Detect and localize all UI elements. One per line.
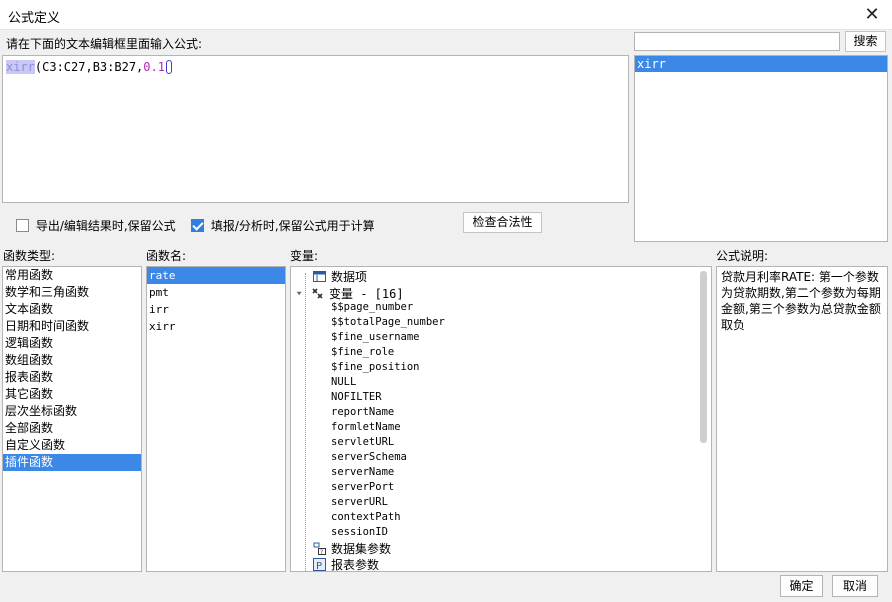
variable-item[interactable]: $fine_username xyxy=(331,331,420,343)
cancel-button[interactable]: 取消 xyxy=(832,575,878,597)
keep-formula-on-fill-option[interactable]: 填报/分析时,保留公式用于计算 xyxy=(191,217,375,234)
window-title: 公式定义 xyxy=(8,11,61,26)
function-type-item[interactable]: 数组函数 xyxy=(3,352,141,369)
tree-node-variables[interactable]: 变量 - [16] xyxy=(296,285,404,302)
keep-formula-on-export-option[interactable]: 导出/编辑结果时,保留公式 xyxy=(16,217,176,234)
expand-arrow-icon[interactable] xyxy=(296,287,305,300)
function-type-item[interactable]: 自定义函数 xyxy=(3,437,141,454)
close-icon[interactable]: ✕ xyxy=(860,3,884,27)
tree-node-report-params[interactable]: P 报表参数 xyxy=(313,556,380,572)
formula-args: (C3:C27,B3:B27, xyxy=(34,60,144,74)
variable-item[interactable]: servletURL xyxy=(331,436,394,448)
ok-button[interactable]: 确定 xyxy=(780,575,823,597)
function-type-item[interactable]: 其它函数 xyxy=(3,386,141,403)
search-button[interactable]: 搜索 xyxy=(845,31,886,52)
function-name-list[interactable]: rate pmt irr xirr xyxy=(146,266,286,572)
variable-item[interactable]: NOFILTER xyxy=(331,391,382,403)
search-results-list[interactable]: xirr xyxy=(634,55,888,242)
function-name-label: 函数名: xyxy=(146,249,187,263)
variable-item[interactable]: $$page_number xyxy=(331,301,413,313)
variables-tree[interactable]: 数据项 变量 - [16] $$page_number $$totalPage_… xyxy=(290,266,712,572)
variable-item[interactable]: $$totalPage_number xyxy=(331,316,445,328)
function-name-item-selected[interactable]: rate xyxy=(147,267,285,284)
function-name-item[interactable]: irr xyxy=(147,301,285,318)
search-result-item[interactable]: xirr xyxy=(635,56,887,72)
table-icon xyxy=(313,271,326,282)
variable-item[interactable]: $fine_role xyxy=(331,346,394,358)
svg-text:?: ? xyxy=(320,549,323,555)
variable-icon xyxy=(312,288,323,299)
tree-node-data-item[interactable]: 数据项 xyxy=(313,268,367,285)
function-type-item[interactable]: 层次坐标函数 xyxy=(3,403,141,420)
tree-node-dataset-params[interactable]: ? 数据集参数 xyxy=(313,540,391,557)
checkbox[interactable] xyxy=(16,219,29,232)
function-type-item[interactable]: 逻辑函数 xyxy=(3,335,141,352)
function-type-item[interactable]: 文本函数 xyxy=(3,301,141,318)
formula-number: 0.1 xyxy=(143,60,165,74)
checkbox-checked[interactable] xyxy=(191,219,204,232)
variable-item[interactable]: sessionID xyxy=(331,526,388,538)
formula-description: 贷款月利率RATE: 第一个参数为贷款期数,第二个参数为每期金额,第三个参数为总… xyxy=(716,266,888,572)
vertical-scrollbar[interactable] xyxy=(700,271,707,443)
variables-label: 变量: xyxy=(290,249,319,263)
function-type-list[interactable]: 常用函数 数学和三角函数 文本函数 日期和时间函数 逻辑函数 数组函数 报表函数… xyxy=(2,266,142,572)
checkbox-label: 导出/编辑结果时,保留公式 xyxy=(35,219,176,233)
variable-item[interactable]: serverSchema xyxy=(331,451,407,463)
variable-item[interactable]: serverURL xyxy=(331,496,388,508)
tree-node-label: 数据项 xyxy=(331,270,368,284)
variable-item[interactable]: contextPath xyxy=(331,511,401,523)
formula-function: xirr xyxy=(6,60,35,74)
svg-text:P: P xyxy=(316,561,322,571)
function-name-item[interactable]: xirr xyxy=(147,318,285,335)
function-type-item[interactable]: 全部函数 xyxy=(3,420,141,437)
report-param-icon: P xyxy=(313,558,326,571)
tree-node-label: 数据集参数 xyxy=(331,542,392,556)
function-type-item-selected[interactable]: 插件函数 xyxy=(3,454,141,471)
variable-item[interactable]: reportName xyxy=(331,406,394,418)
variable-item[interactable]: formletName xyxy=(331,421,401,433)
function-type-label: 函数类型: xyxy=(3,249,56,263)
checkbox-label: 填报/分析时,保留公式用于计算 xyxy=(210,219,375,233)
function-type-item[interactable]: 数学和三角函数 xyxy=(3,284,141,301)
tree-node-label: 变量 - [16] xyxy=(329,287,404,301)
editor-label: 请在下面的文本编辑框里面输入公式: xyxy=(6,37,203,51)
text-cursor xyxy=(165,60,172,74)
function-name-item[interactable]: pmt xyxy=(147,284,285,301)
validate-button[interactable]: 检查合法性 xyxy=(463,212,542,233)
function-type-item[interactable]: 日期和时间函数 xyxy=(3,318,141,335)
search-input[interactable] xyxy=(634,32,840,51)
formula-editor[interactable]: xirr(C3:C27,B3:B27,0.1 xyxy=(2,55,629,203)
function-type-item[interactable]: 常用函数 xyxy=(3,267,141,284)
tree-guide-line xyxy=(305,273,306,571)
variable-item[interactable]: serverName xyxy=(331,466,394,478)
variable-item[interactable]: NULL xyxy=(331,376,356,388)
description-label: 公式说明: xyxy=(716,249,769,263)
dataset-param-icon: ? xyxy=(313,542,326,555)
variable-item[interactable]: serverPort xyxy=(331,481,394,493)
tree-node-label: 报表参数 xyxy=(331,558,380,572)
variable-item[interactable]: $fine_position xyxy=(331,361,420,373)
formula-text[interactable]: xirr(C3:C27,B3:B27,0.1 xyxy=(6,59,625,75)
function-type-item[interactable]: 报表函数 xyxy=(3,369,141,386)
title-bar: 公式定义 ✕ xyxy=(0,0,892,30)
